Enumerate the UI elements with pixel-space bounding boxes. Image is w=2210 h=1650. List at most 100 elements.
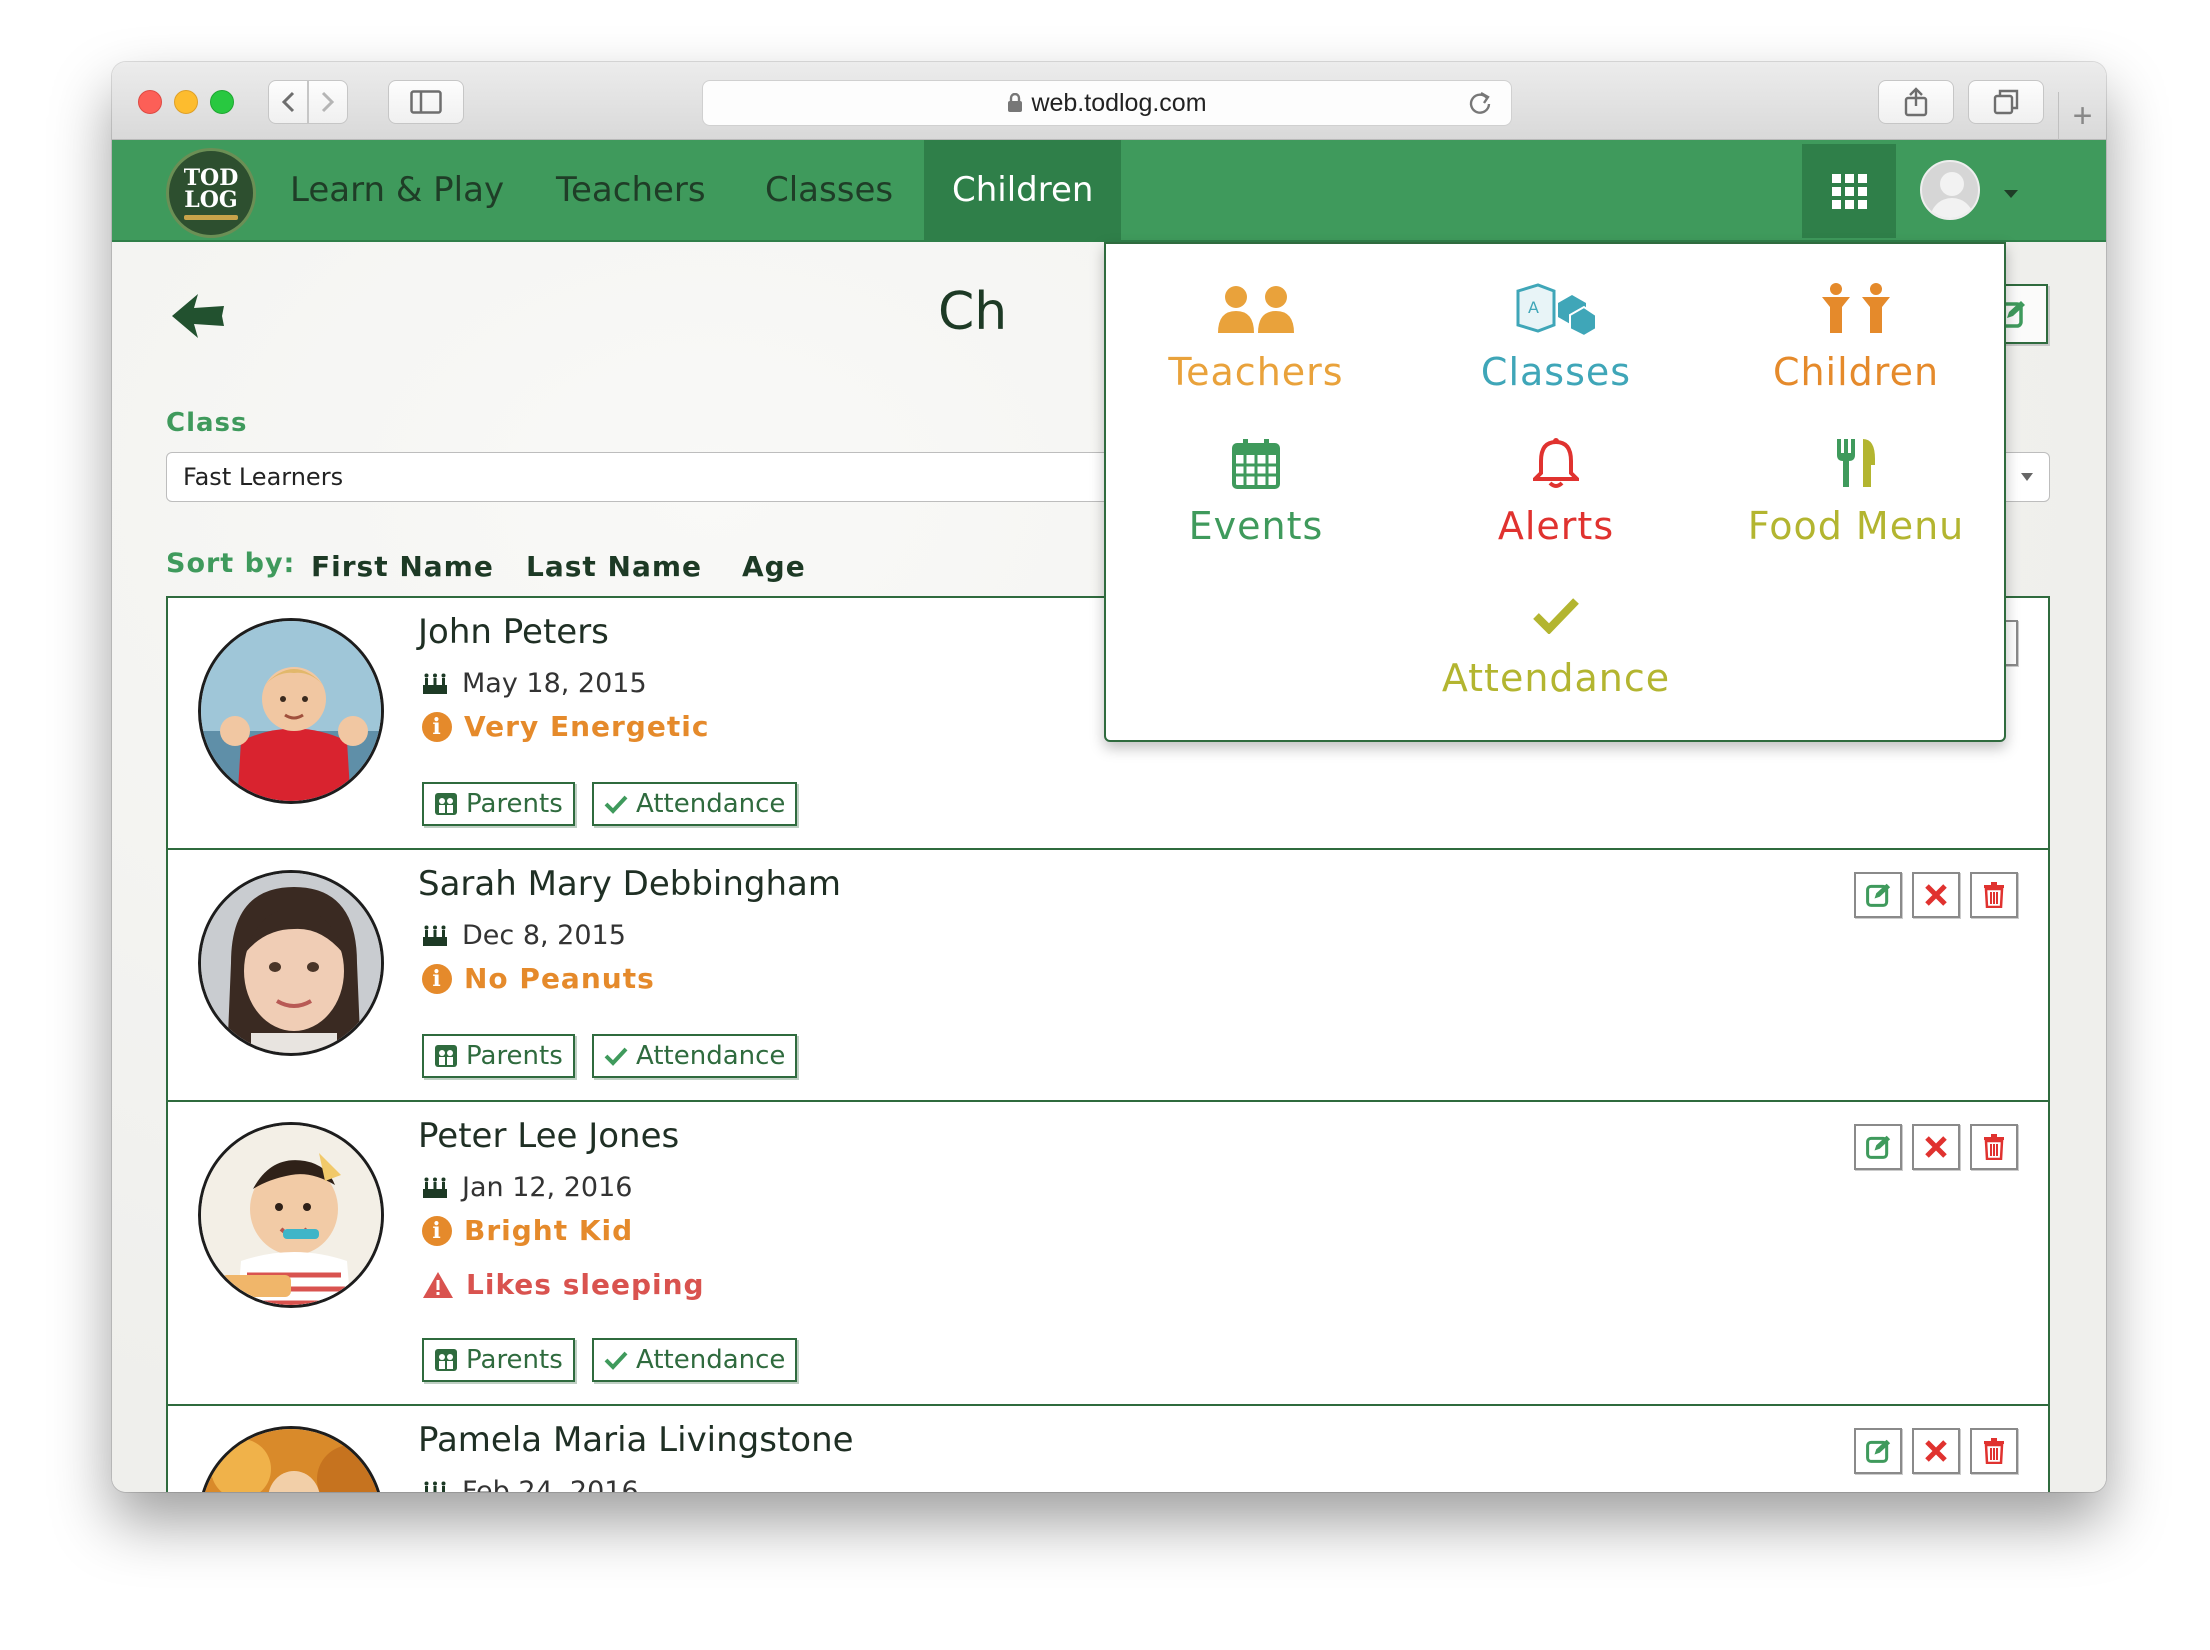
child-card: Sarah Mary Debbingham Dec 8, 2015 i No P… bbox=[168, 850, 2048, 1102]
child-card: Pamela Maria Livingstone Feb 24, 2016 bbox=[168, 1406, 2048, 1492]
logo-bar bbox=[184, 214, 238, 220]
close-icon bbox=[1925, 1440, 1947, 1462]
birthday-cake-icon bbox=[424, 1481, 446, 1492]
edit-icon bbox=[1866, 1439, 1891, 1463]
nav-learn-play[interactable]: Learn & Play bbox=[290, 140, 504, 240]
child-photo bbox=[198, 870, 384, 1056]
child-note-info: i Bright Kid bbox=[422, 1214, 633, 1247]
parents-button-label: Parents bbox=[466, 789, 563, 819]
url-text: web.todlog.com bbox=[1031, 88, 1207, 117]
child-name[interactable]: Pamela Maria Livingstone bbox=[418, 1420, 854, 1460]
child-name[interactable]: John Peters bbox=[418, 612, 609, 652]
remove-child-button[interactable] bbox=[1912, 872, 1960, 918]
sidebar-toggle-button[interactable] bbox=[388, 80, 464, 124]
menu-item-label: Classes bbox=[1480, 350, 1632, 394]
child-note-text: Likes sleeping bbox=[466, 1268, 705, 1301]
parents-icon bbox=[435, 1349, 457, 1371]
back-nav-button[interactable] bbox=[268, 80, 308, 124]
children-icon bbox=[1822, 283, 1890, 333]
remove-child-button[interactable] bbox=[1912, 1124, 1960, 1170]
child-card: Peter Lee Jones Jan 12, 2016 i Bright Ki… bbox=[168, 1102, 2048, 1406]
browser-window: web.todlog.com + TOD LOG Learn & Play Te… bbox=[112, 62, 2106, 1492]
menu-item-classes[interactable]: A Classes bbox=[1406, 274, 1706, 394]
menu-item-children[interactable]: Children bbox=[1706, 274, 2006, 394]
menu-item-teachers[interactable]: Teachers bbox=[1106, 274, 1406, 394]
child-birthday: May 18, 2015 bbox=[422, 668, 647, 699]
edit-child-button[interactable] bbox=[1854, 872, 1902, 918]
child-photo bbox=[198, 618, 384, 804]
back-arrow-icon[interactable] bbox=[168, 290, 228, 342]
attendance-button-label: Attendance bbox=[636, 1345, 786, 1375]
zoom-window-button[interactable] bbox=[210, 90, 234, 114]
child-photo bbox=[198, 1122, 384, 1308]
address-bar[interactable]: web.todlog.com bbox=[702, 80, 1512, 126]
main-content: Ch Class Fast Learners Sort by: First Na… bbox=[112, 242, 2106, 1492]
info-icon: i bbox=[422, 1215, 452, 1246]
child-note-text: No Peanuts bbox=[464, 962, 655, 995]
blocks-icon: A bbox=[1516, 283, 1597, 337]
sidebar-icon bbox=[410, 90, 442, 114]
warning-icon bbox=[423, 1271, 453, 1298]
birthday-cake-icon bbox=[423, 673, 447, 694]
menu-item-food-menu[interactable]: Food Menu bbox=[1706, 428, 2006, 548]
users-icon bbox=[1218, 286, 1294, 333]
child-name[interactable]: Sarah Mary Debbingham bbox=[418, 864, 841, 904]
grid-icon bbox=[1831, 173, 1867, 209]
edit-child-button[interactable] bbox=[1854, 1428, 1902, 1474]
delete-child-button[interactable] bbox=[1970, 1428, 2018, 1474]
child-actions bbox=[1854, 1428, 2018, 1474]
parents-button[interactable]: Parents bbox=[422, 1338, 575, 1382]
nav-children[interactable]: Children bbox=[924, 140, 1122, 240]
share-button[interactable] bbox=[1878, 80, 1954, 124]
menu-item-label: Teachers bbox=[1168, 350, 1344, 394]
parents-icon bbox=[435, 793, 457, 815]
chevron-down-icon bbox=[2021, 473, 2033, 481]
child-dob-text: Dec 8, 2015 bbox=[462, 920, 626, 951]
child-actions bbox=[1854, 1124, 2018, 1170]
menu-item-events[interactable]: Events bbox=[1106, 428, 1406, 548]
parents-icon bbox=[435, 1045, 457, 1067]
child-name[interactable]: Peter Lee Jones bbox=[418, 1116, 679, 1156]
todlog-logo[interactable]: TOD LOG bbox=[166, 148, 256, 238]
edit-icon bbox=[1866, 883, 1891, 907]
child-birthday: Dec 8, 2015 bbox=[422, 920, 626, 951]
bell-icon bbox=[1533, 438, 1579, 488]
sort-first-name[interactable]: First Name bbox=[311, 550, 494, 583]
trash-icon bbox=[1984, 1134, 2004, 1160]
attendance-button[interactable]: Attendance bbox=[592, 1338, 798, 1382]
menu-item-attendance[interactable]: Attendance bbox=[1406, 580, 1706, 700]
logo-text-top: TOD bbox=[183, 164, 239, 191]
delete-child-button[interactable] bbox=[1970, 1124, 2018, 1170]
tabs-overview-button[interactable] bbox=[1968, 80, 2044, 124]
parents-button-label: Parents bbox=[466, 1345, 563, 1375]
child-birthday: Jan 12, 2016 bbox=[422, 1172, 632, 1203]
delete-child-button[interactable] bbox=[1970, 872, 2018, 918]
nav-teachers[interactable]: Teachers bbox=[556, 140, 706, 240]
sort-age[interactable]: Age bbox=[742, 550, 806, 583]
class-label: Class bbox=[166, 408, 248, 438]
new-tab-button[interactable]: + bbox=[2058, 92, 2106, 140]
parents-button[interactable]: Parents bbox=[422, 1034, 575, 1078]
forward-nav-button[interactable] bbox=[308, 80, 348, 124]
svg-text:A: A bbox=[1528, 298, 1539, 317]
sort-last-name[interactable]: Last Name bbox=[526, 550, 702, 583]
app-menu-button[interactable] bbox=[1802, 144, 1896, 238]
remove-child-button[interactable] bbox=[1912, 1428, 1960, 1474]
reload-icon[interactable] bbox=[1467, 90, 1493, 116]
child-birthday: Feb 24, 2016 bbox=[422, 1476, 639, 1492]
edit-child-button[interactable] bbox=[1854, 1124, 1902, 1170]
minimize-window-button[interactable] bbox=[174, 90, 198, 114]
class-select-value: Fast Learners bbox=[183, 463, 344, 491]
parents-button[interactable]: Parents bbox=[422, 782, 575, 826]
user-menu-caret-icon[interactable] bbox=[2004, 190, 2018, 198]
menu-item-label: Alerts bbox=[1497, 504, 1615, 548]
child-dob-text: Jan 12, 2016 bbox=[462, 1172, 633, 1203]
menu-item-alerts[interactable]: Alerts bbox=[1406, 428, 1706, 548]
nav-classes[interactable]: Classes bbox=[765, 140, 893, 240]
close-icon bbox=[1925, 1136, 1947, 1158]
app-menu-dropdown: Teachers A Classes Children Events Alert… bbox=[1104, 242, 2006, 742]
user-avatar[interactable] bbox=[1920, 160, 1980, 220]
attendance-button[interactable]: Attendance bbox=[592, 1034, 798, 1078]
close-window-button[interactable] bbox=[138, 90, 162, 114]
attendance-button[interactable]: Attendance bbox=[592, 782, 798, 826]
